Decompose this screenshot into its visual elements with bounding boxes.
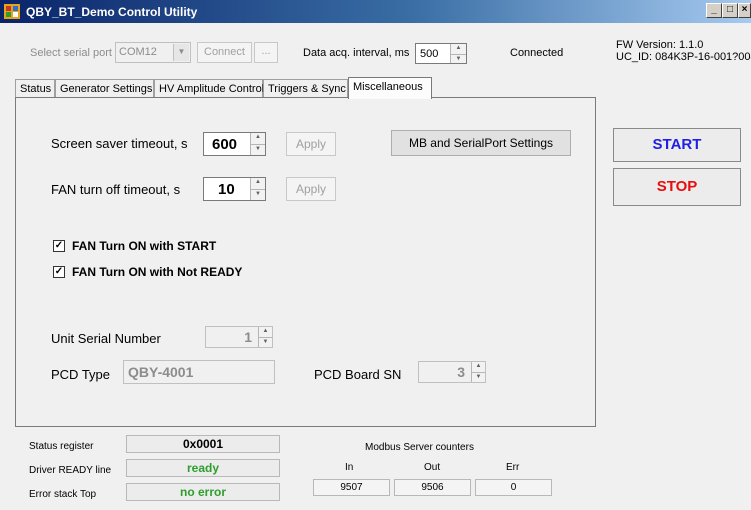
- minimize-icon[interactable]: _: [706, 3, 722, 18]
- pcd-board-sn-input[interactable]: 3 ▲ ▼: [418, 361, 486, 383]
- app-icon: [4, 4, 20, 19]
- modbus-in-label: In: [345, 462, 354, 473]
- fw-version: FW Version: 1.1.0: [616, 39, 704, 51]
- interval-spinner[interactable]: ▲ ▼: [450, 44, 466, 63]
- fan-off-input[interactable]: 10 ▲ ▼: [203, 177, 266, 201]
- stop-button[interactable]: STOP: [613, 168, 741, 206]
- fan-on-start-checkbox[interactable]: ✓: [53, 240, 65, 252]
- unit-serial-input[interactable]: 1 ▲ ▼: [205, 326, 273, 348]
- error-stack-label: Error stack Top: [29, 489, 97, 500]
- driver-ready-label: Driver READY line: [29, 465, 112, 476]
- tab-generator-settings[interactable]: Generator Settings: [55, 79, 154, 98]
- pcd-type-label: PCD Type: [51, 367, 111, 382]
- fan-off-apply-button[interactable]: Apply: [286, 177, 336, 201]
- fan-on-not-ready-label: FAN Turn ON with Not READY: [72, 265, 243, 279]
- screen-saver-label: Screen saver timeout, s: [51, 136, 188, 151]
- fan-on-not-ready-checkbox[interactable]: ✓: [53, 266, 65, 278]
- interval-label: Data acq. interval, ms: [303, 47, 410, 59]
- pcd-board-sn-spinner[interactable]: ▲ ▼: [471, 362, 485, 382]
- uc-id: UC_ID: 084K3P-16-001?0049: [616, 51, 751, 63]
- interval-input[interactable]: 500 ▲ ▼: [415, 43, 467, 64]
- modbus-out-value: 9506: [394, 479, 471, 496]
- connection-status: Connected: [510, 47, 564, 59]
- pcd-board-sn-value: 3: [457, 364, 465, 380]
- status-register-value: 0x0001: [126, 435, 280, 453]
- serial-port-value: COM12: [119, 46, 157, 58]
- screen-saver-spinner[interactable]: ▲ ▼: [250, 133, 265, 155]
- fan-off-value: 10: [218, 181, 235, 198]
- tab-miscellaneous[interactable]: Miscellaneous: [348, 77, 432, 99]
- fan-off-label: FAN turn off timeout, s: [51, 182, 181, 197]
- miscellaneous-panel: Screen saver timeout, s 600 ▲ ▼ Apply MB …: [15, 97, 596, 427]
- pcd-type-field: QBY-4001: [123, 360, 275, 384]
- browse-button[interactable]: ...: [254, 42, 278, 63]
- connect-button[interactable]: Connect: [197, 42, 252, 63]
- maximize-icon[interactable]: □: [722, 3, 738, 18]
- screen-saver-value: 600: [212, 136, 238, 153]
- modbus-out-label: Out: [424, 462, 441, 473]
- close-icon[interactable]: ×: [738, 3, 751, 18]
- status-register-label: Status register: [29, 441, 94, 452]
- tab-status[interactable]: Status: [15, 79, 55, 98]
- fan-on-start-label: FAN Turn ON with START: [72, 239, 217, 253]
- modbus-in-value: 9507: [313, 479, 390, 496]
- unit-serial-spinner[interactable]: ▲ ▼: [258, 327, 272, 347]
- interval-value: 500: [420, 48, 439, 60]
- start-label: START: [652, 136, 702, 153]
- stop-label: STOP: [656, 178, 698, 195]
- screen-saver-input[interactable]: 600 ▲ ▼: [203, 132, 266, 156]
- serial-port-select[interactable]: COM12 ▼: [115, 42, 191, 63]
- chevron-down-icon[interactable]: ▼: [173, 44, 189, 61]
- error-stack-value: no error: [126, 483, 280, 501]
- screen-saver-apply-button[interactable]: Apply: [286, 132, 336, 156]
- pcd-type-value: QBY-4001: [128, 364, 194, 380]
- unit-serial-label: Unit Serial Number: [51, 331, 161, 346]
- modbus-err-label: Err: [506, 462, 520, 473]
- modbus-title: Modbus Server counters: [365, 442, 474, 453]
- tab-hv-amplitude-control[interactable]: HV Amplitude Control: [154, 79, 264, 98]
- mb-serialport-settings-button[interactable]: MB and SerialPort Settings: [391, 130, 571, 156]
- driver-ready-value: ready: [126, 459, 280, 477]
- start-button[interactable]: START: [613, 128, 741, 162]
- window-title: QBY_BT_Demo Control Utility: [26, 5, 198, 19]
- fan-off-spinner[interactable]: ▲ ▼: [250, 178, 265, 200]
- serial-port-label: Select serial port: [30, 47, 112, 59]
- pcd-board-sn-label: PCD Board SN: [314, 367, 402, 382]
- unit-serial-value: 1: [244, 329, 252, 345]
- tab-triggers-sync[interactable]: Triggers & Sync: [263, 79, 348, 98]
- modbus-err-value: 0: [475, 479, 552, 496]
